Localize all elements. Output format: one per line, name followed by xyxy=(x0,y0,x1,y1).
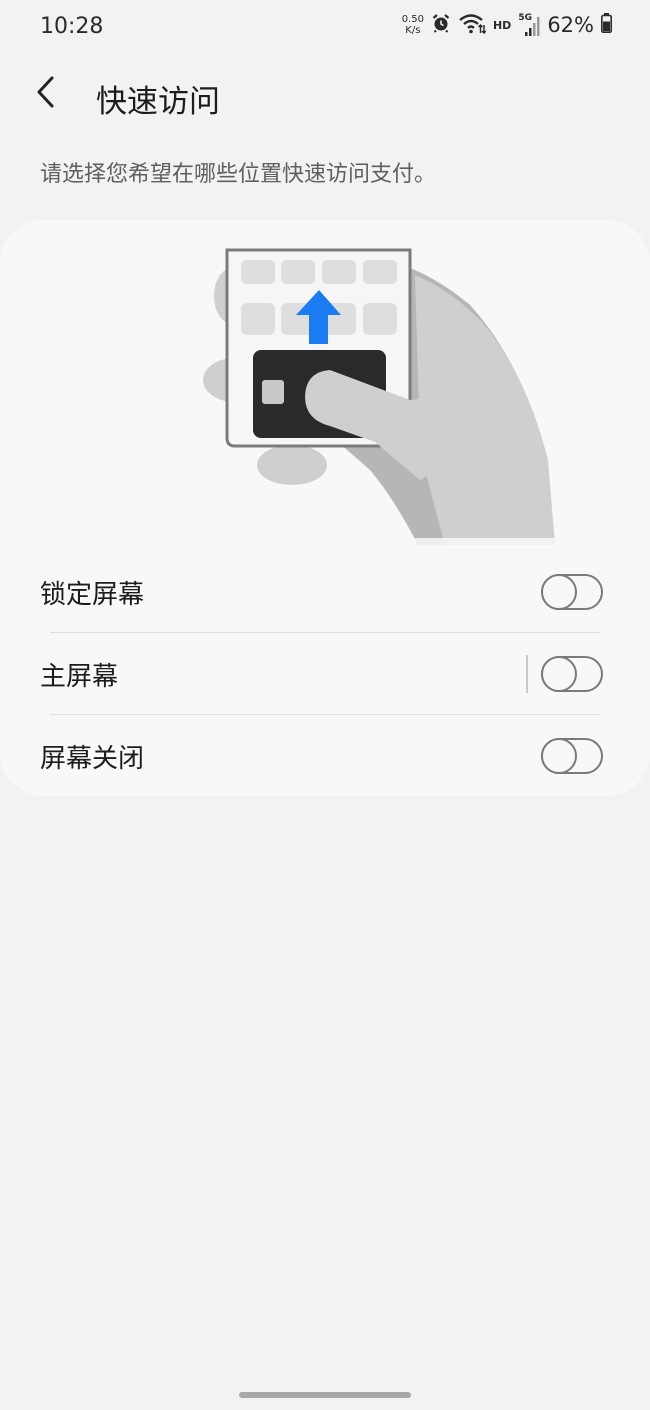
toggle-separator xyxy=(526,655,528,693)
home-indicator[interactable] xyxy=(239,1392,411,1398)
option-screen-off[interactable]: 屏幕关闭 xyxy=(0,715,650,796)
page-description: 请选择您希望在哪些位置快速访问支付。 xyxy=(40,162,437,187)
screen-off-toggle[interactable] xyxy=(541,738,603,774)
toggle-knob xyxy=(541,738,577,774)
quick-access-card: 锁定屏幕 主屏幕 屏幕关闭 xyxy=(0,220,650,796)
option-label-home-screen: 主屏幕 xyxy=(40,661,119,692)
alarm-icon xyxy=(431,13,451,37)
battery-percent: 62% xyxy=(547,13,594,37)
network-speed-value: 0.50 xyxy=(401,14,424,25)
home-screen-toggle[interactable] xyxy=(541,656,603,692)
option-home-screen[interactable]: 主屏幕 xyxy=(0,633,650,715)
cell-signal-icon: 5G xyxy=(518,13,540,37)
status-icons: 0.50 K/s HD 5G 62% xyxy=(402,12,612,38)
page-title: 快速访问 xyxy=(96,84,220,120)
option-lock-screen[interactable]: 锁定屏幕 xyxy=(0,551,650,633)
network-speed-unit: K/s xyxy=(405,25,421,36)
hd-label: HD xyxy=(492,18,512,32)
status-bar: 10:28 0.50 K/s HD 5G 62% xyxy=(0,0,650,56)
app-header: 快速访问 xyxy=(0,70,650,120)
toggle-knob xyxy=(541,574,577,610)
wifi-icon xyxy=(458,12,487,38)
battery-icon xyxy=(601,13,612,37)
back-button[interactable] xyxy=(26,74,66,114)
toggle-knob xyxy=(541,656,577,692)
network-speed: 0.50 K/s xyxy=(402,14,424,36)
lock-screen-toggle[interactable] xyxy=(541,574,603,610)
quick-access-illustration xyxy=(80,248,570,550)
status-time: 10:28 xyxy=(40,14,104,39)
option-label-lock-screen: 锁定屏幕 xyxy=(40,579,145,610)
option-label-screen-off: 屏幕关闭 xyxy=(40,743,145,774)
chevron-left-icon xyxy=(35,75,57,113)
